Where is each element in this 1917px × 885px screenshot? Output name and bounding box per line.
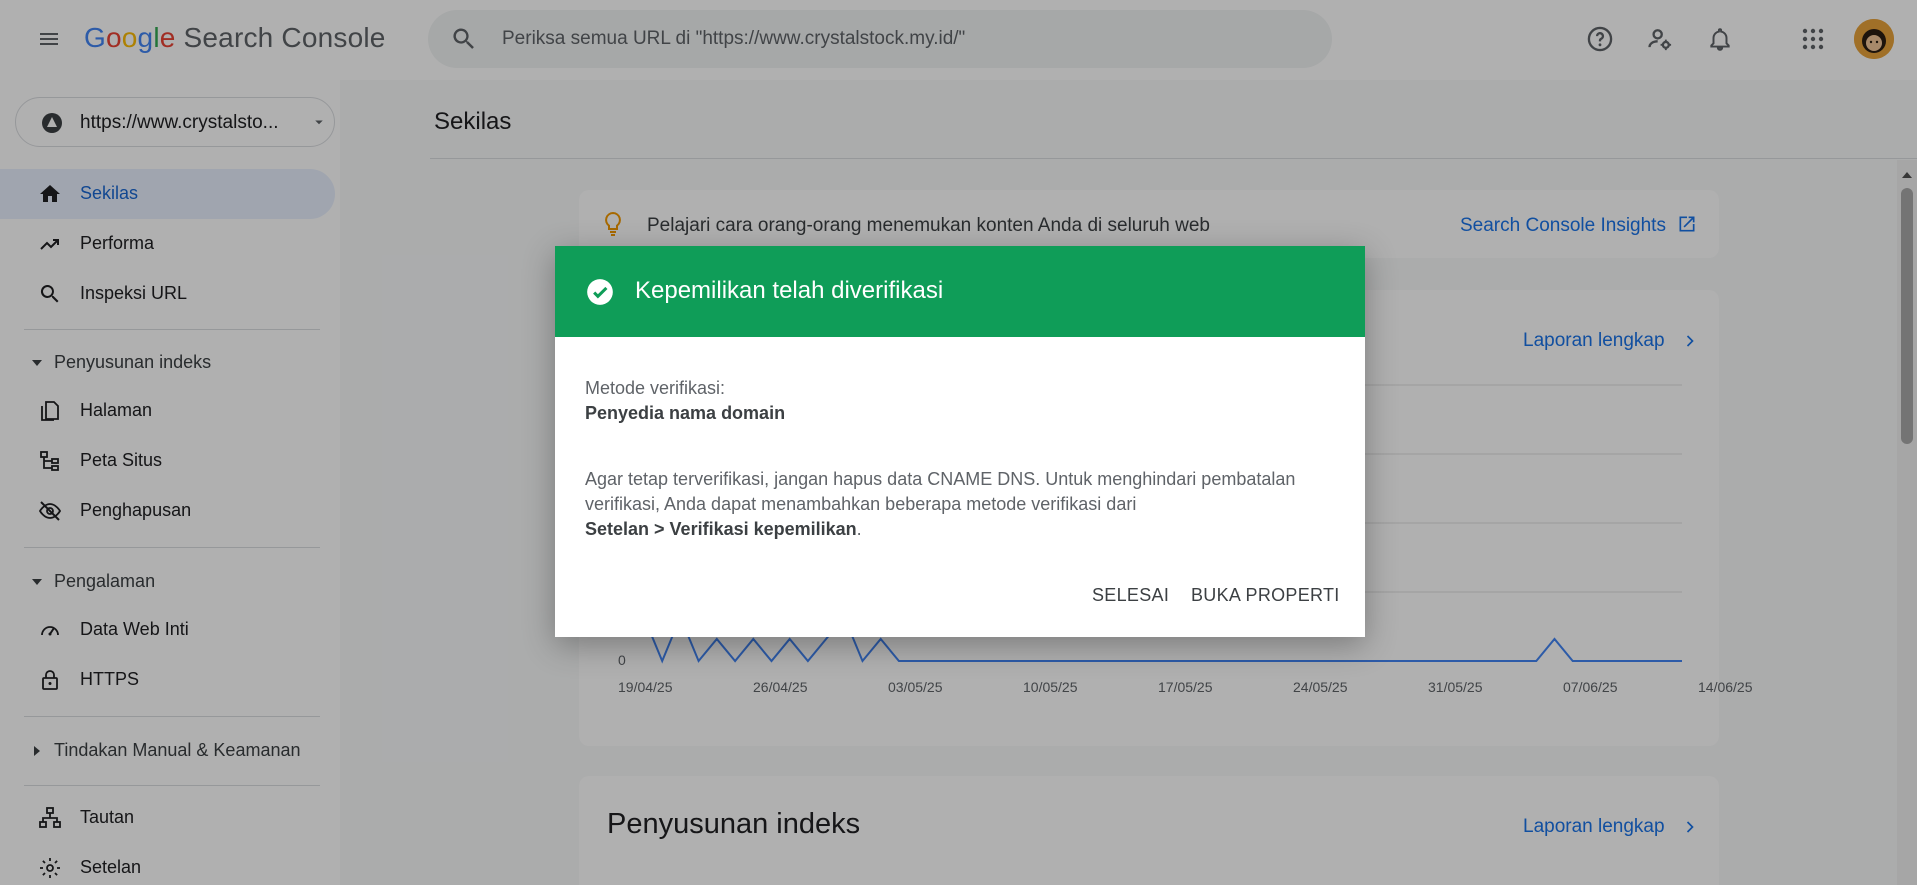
verification-method-label: Metode verifikasi: [585,378,726,398]
settings-path-text: Setelan > Verifikasi kepemilikan [585,519,857,539]
done-button[interactable]: SELESAI [1092,585,1169,606]
verification-method-value: Penyedia nama domain [585,403,786,423]
open-property-button[interactable]: BUKA PROPERTI [1191,585,1340,606]
dialog-body-line: Agar tetap terverifikasi, jangan hapus d… [585,469,1296,489]
verification-dialog: Kepemilikan telah diverifikasi Metode ve… [555,246,1365,637]
dialog-body-line: verifikasi, Anda dapat menambahkan beber… [585,494,1137,514]
dialog-title: Kepemilikan telah diverifikasi [635,277,944,304]
dialog-header: Kepemilikan telah diverifikasi [555,246,1365,337]
dialog-body-line: Setelan > Verifikasi kepemilikan. [585,519,862,539]
check-circle-icon [586,278,614,306]
